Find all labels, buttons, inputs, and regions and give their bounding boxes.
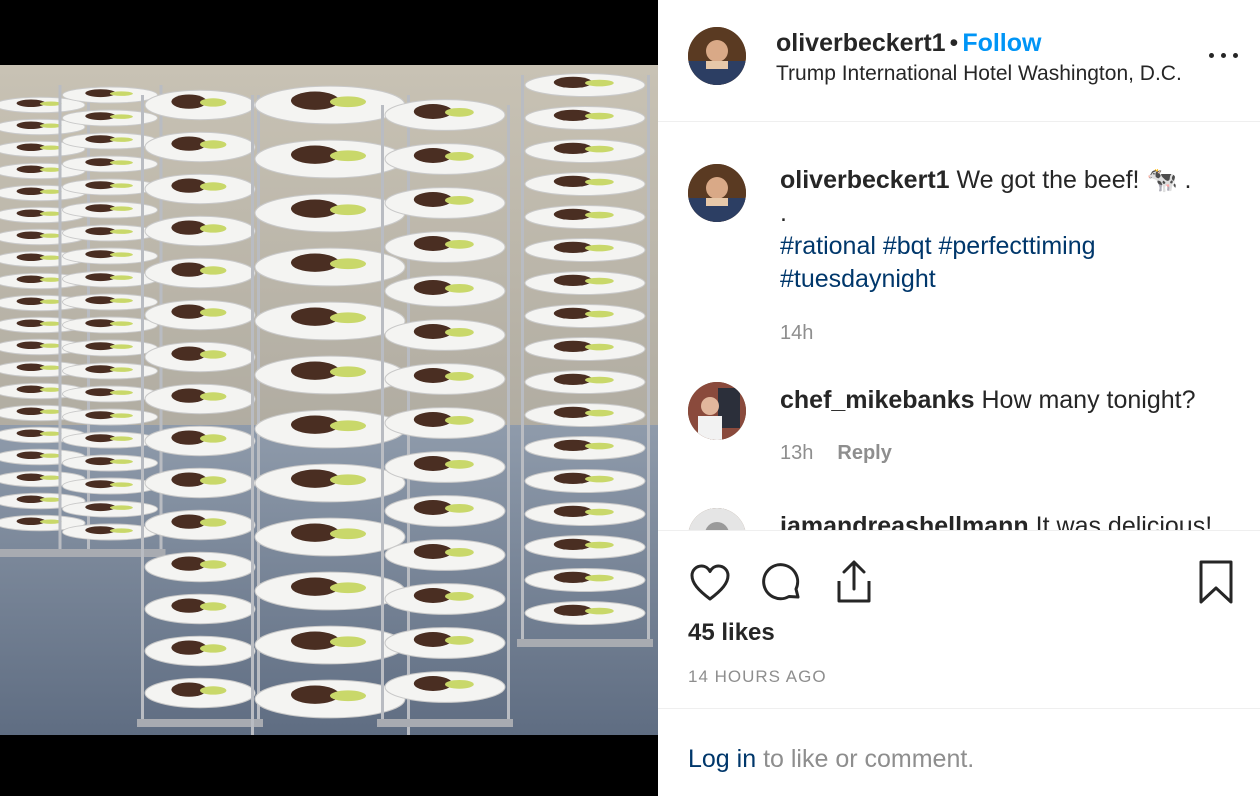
caption-avatar[interactable] xyxy=(688,164,746,222)
post-header: oliverbeckert1 • Follow Trump Internationa… xyxy=(658,0,1260,122)
post-location[interactable]: Trump International Hotel Washington, D.… xyxy=(776,62,1182,86)
post-sidebar: oliverbeckert1 • Follow Trump Internationa… xyxy=(658,0,1260,796)
more-options-icon[interactable] xyxy=(1207,45,1241,65)
caption-username[interactable]: oliverbeckert1 xyxy=(780,166,950,194)
comment-text: It was delicious! xyxy=(1035,512,1213,530)
like-count[interactable]: 45 likes xyxy=(688,619,775,647)
follow-button[interactable]: Follow xyxy=(962,29,1041,57)
post-actions: 45 likes 14 HOURS AGO xyxy=(658,530,1260,708)
plates-rack-image xyxy=(0,65,658,735)
post-photo[interactable] xyxy=(0,65,658,735)
share-icon[interactable] xyxy=(832,559,876,605)
comment-icon[interactable] xyxy=(760,561,804,605)
separator-dot: • xyxy=(949,29,959,57)
comment-username[interactable]: iamandreashellmann xyxy=(780,512,1029,530)
comment-time[interactable]: 13h xyxy=(780,442,813,464)
post-timestamp[interactable]: 14 HOURS AGO xyxy=(688,667,827,687)
caption-dot-line: . xyxy=(780,199,787,227)
author-username[interactable]: oliverbeckert1 xyxy=(776,29,946,57)
login-suffix: to like or comment. xyxy=(756,745,975,773)
reply-button[interactable]: Reply xyxy=(837,442,891,464)
hashtag-link[interactable]: #rational xyxy=(780,232,876,260)
heart-icon[interactable] xyxy=(688,561,732,605)
comment-meta: 13h Reply xyxy=(780,442,892,465)
header-user-line: oliverbeckert1 • Follow xyxy=(776,29,1041,58)
caption-text-block: oliverbeckert1 We got the beef! 🐄 . . #r… xyxy=(780,164,1240,296)
comment-text-block: iamandreashellmann It was delicious! xyxy=(780,510,1240,530)
comment-text-block: chef_mikebanks How many tonight? xyxy=(780,384,1240,417)
commenter-avatar[interactable] xyxy=(688,382,746,440)
post-media xyxy=(0,0,658,796)
comment-text: How many tonight? xyxy=(981,386,1196,414)
login-prompt: Log in to like or comment. xyxy=(658,708,1260,796)
author-avatar[interactable] xyxy=(688,27,746,85)
caption-text: We got the beef! 🐄 . xyxy=(956,166,1192,194)
hashtag-link[interactable]: #perfecttiming xyxy=(938,232,1095,260)
comment-username[interactable]: chef_mikebanks xyxy=(780,386,975,414)
caption-time[interactable]: 14h xyxy=(780,322,813,345)
login-text: Log in to like or comment. xyxy=(688,745,974,774)
commenter-avatar[interactable] xyxy=(688,508,746,530)
login-link[interactable]: Log in xyxy=(688,745,756,773)
bookmark-icon[interactable] xyxy=(1198,559,1234,605)
comments-list[interactable]: oliverbeckert1 We got the beef! 🐄 . . #r… xyxy=(658,122,1260,530)
hashtag-link[interactable]: #bqt xyxy=(883,232,932,260)
hashtag-link[interactable]: #tuesdaynight xyxy=(780,265,936,293)
